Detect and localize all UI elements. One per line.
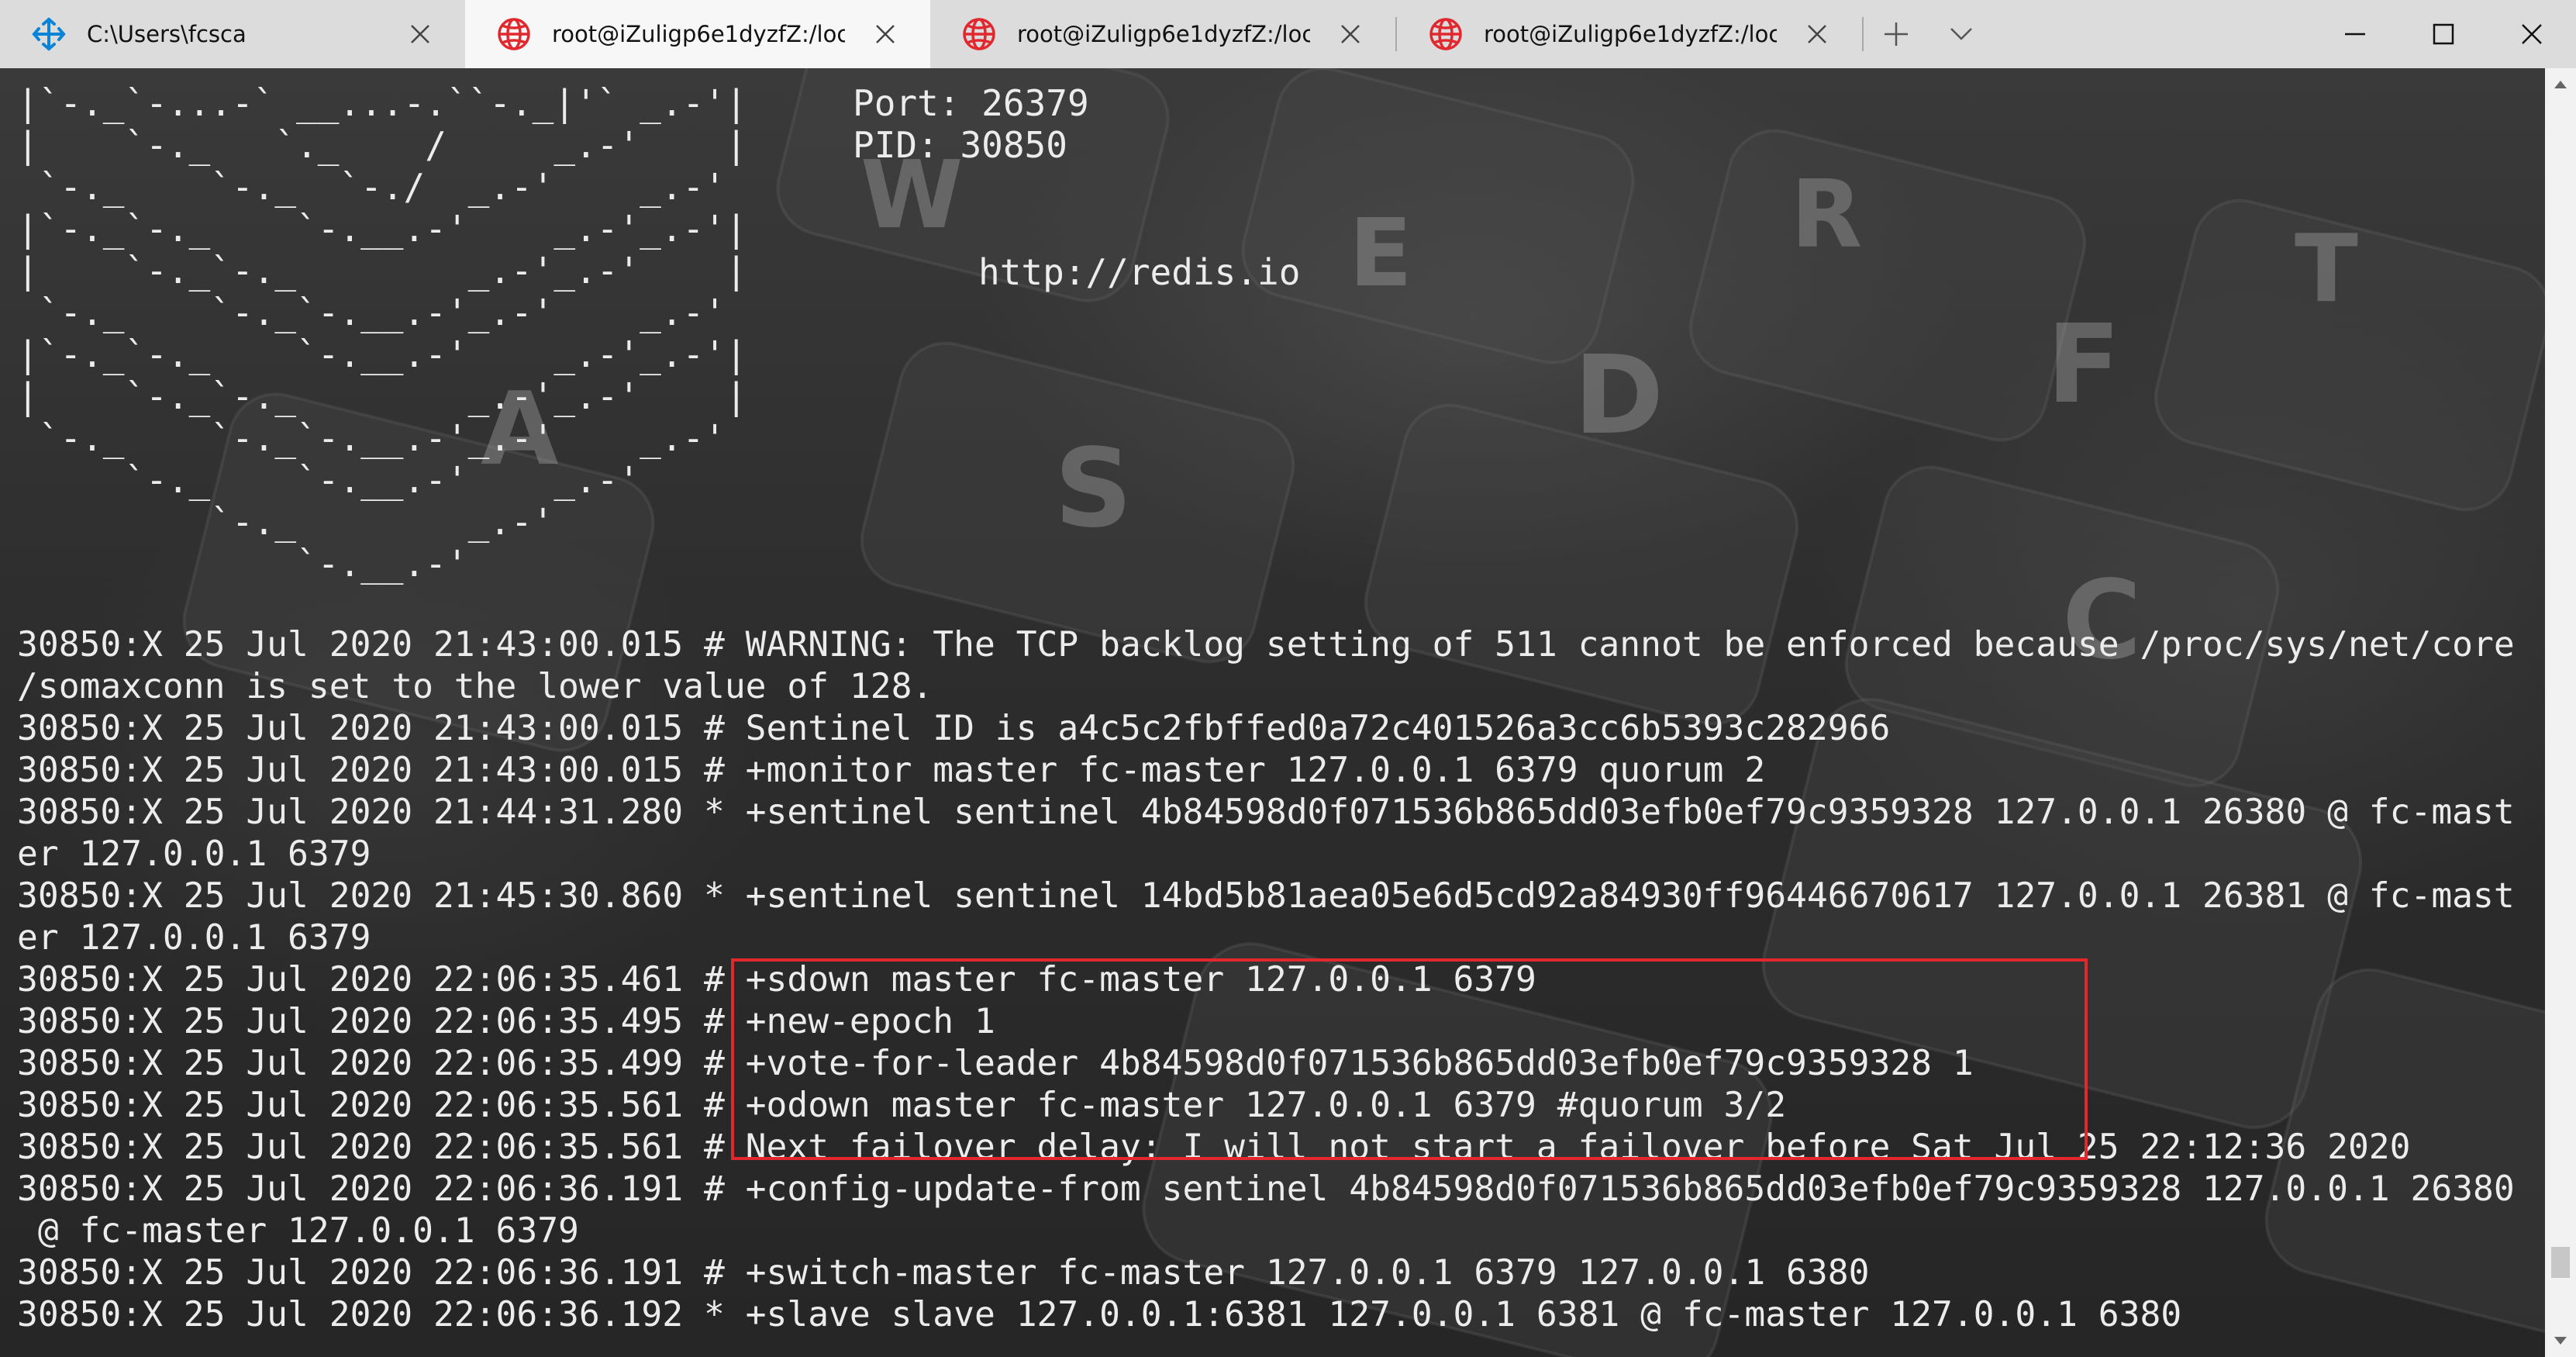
chevron-down-icon bbox=[1950, 28, 1972, 40]
close-tab-button[interactable] bbox=[1336, 20, 1364, 48]
window-controls bbox=[2311, 0, 2576, 68]
redis-ascii-logo: |`-._`-...-` __...-.``-._|'` _.-'| | `-.… bbox=[17, 82, 747, 585]
globe-icon bbox=[963, 18, 995, 50]
close-icon bbox=[1808, 25, 1826, 43]
close-tab-button[interactable] bbox=[1803, 20, 1831, 48]
key-letter: R bbox=[1791, 161, 1862, 269]
pid-line: PID: 30850 bbox=[853, 124, 1067, 166]
cmd-icon bbox=[32, 17, 66, 51]
log-line: 30850:X 25 Jul 2020 21:44:31.280 * +sent… bbox=[17, 792, 2515, 832]
scroll-thumb[interactable] bbox=[2551, 1247, 2570, 1278]
tab-dropdown-button[interactable] bbox=[1929, 0, 1994, 68]
key-letter: T bbox=[2295, 216, 2358, 323]
log-line: 30850:X 25 Jul 2020 21:43:00.015 # WARNI… bbox=[17, 624, 2515, 665]
tab-ssh-1[interactable]: root@iZuligp6e1dyzfZ:/local/rec bbox=[465, 0, 930, 68]
tab-title: root@iZuligp6e1dyzfZ:/local/rec bbox=[1484, 21, 1777, 47]
log-line: 30850:X 25 Jul 2020 22:06:36.191 # +conf… bbox=[17, 1169, 2515, 1209]
key-letter: S bbox=[1054, 426, 1133, 552]
key-shape bbox=[1241, 68, 1635, 364]
tab-bar: C:\Users\fcsca root@iZuligp6e1dyzfZ:/loc… bbox=[0, 0, 2576, 68]
key-letter: F bbox=[2047, 302, 2121, 428]
log-line: 30850:X 25 Jul 2020 21:45:30.860 * +sent… bbox=[17, 875, 2515, 916]
tab-cmd[interactable]: C:\Users\fcsca bbox=[0, 0, 465, 68]
log-line: 30850:X 25 Jul 2020 21:43:00.015 # +moni… bbox=[17, 750, 1766, 790]
key-shape bbox=[1689, 129, 2086, 442]
triangle-up-icon bbox=[2554, 81, 2567, 88]
minimize-icon bbox=[2345, 33, 2365, 36]
scroll-up-button[interactable] bbox=[2545, 73, 2576, 96]
scroll-down-button[interactable] bbox=[2545, 1329, 2576, 1352]
redis-url: http://redis.io bbox=[978, 251, 1301, 293]
key-letter: E bbox=[1349, 200, 1412, 308]
tab-ssh-3[interactable]: root@iZuligp6e1dyzfZ:/local/rec bbox=[1397, 0, 1862, 68]
globe-icon bbox=[1429, 18, 1462, 50]
vertical-scrollbar[interactable] bbox=[2545, 68, 2576, 1357]
port-line: Port: 26379 bbox=[853, 82, 1089, 124]
plus-icon bbox=[1885, 22, 1908, 46]
minimize-button[interactable] bbox=[2311, 0, 2399, 68]
log-line: 30850:X 25 Jul 2020 21:43:00.015 # Senti… bbox=[17, 708, 1891, 748]
terminal-window: C:\Users\fcsca root@iZuligp6e1dyzfZ:/loc… bbox=[0, 0, 2576, 1357]
tab-title: root@iZuligp6e1dyzfZ:/local/rec bbox=[1017, 21, 1310, 47]
close-window-button[interactable] bbox=[2488, 0, 2576, 68]
maximize-button[interactable] bbox=[2399, 0, 2488, 68]
key-letter: D bbox=[1574, 333, 1664, 459]
terminal-output[interactable]: W E R T S D F A C |`-._`-...-` __...-.``… bbox=[0, 68, 2545, 1357]
log-line: @ fc-master 127.0.0.1 6379 bbox=[17, 1210, 579, 1251]
close-icon bbox=[411, 25, 429, 43]
close-icon bbox=[1341, 25, 1360, 43]
log-line: er 127.0.0.1 6379 bbox=[17, 917, 371, 958]
tab-ssh-2[interactable]: root@iZuligp6e1dyzfZ:/local/rec bbox=[930, 0, 1395, 68]
maximize-icon bbox=[2433, 23, 2454, 45]
close-icon bbox=[2522, 24, 2542, 44]
globe-icon bbox=[498, 18, 530, 50]
tab-title: root@iZuligp6e1dyzfZ:/local/rec bbox=[552, 21, 845, 47]
log-line: /somaxconn is set to the lower value of … bbox=[17, 666, 933, 706]
log-line: er 127.0.0.1 6379 bbox=[17, 834, 371, 874]
new-tab-button[interactable] bbox=[1864, 0, 1929, 68]
close-icon bbox=[876, 25, 895, 43]
highlight-box bbox=[731, 958, 2088, 1160]
close-tab-button[interactable] bbox=[871, 20, 899, 48]
tab-title: C:\Users\fcsca bbox=[87, 21, 247, 47]
log-line: 30850:X 25 Jul 2020 22:06:36.191 # +swit… bbox=[17, 1252, 1870, 1293]
close-tab-button[interactable] bbox=[406, 20, 434, 48]
log-line: 30850:X 25 Jul 2020 22:06:36.192 * +slav… bbox=[17, 1294, 2182, 1335]
triangle-down-icon bbox=[2554, 1337, 2567, 1345]
